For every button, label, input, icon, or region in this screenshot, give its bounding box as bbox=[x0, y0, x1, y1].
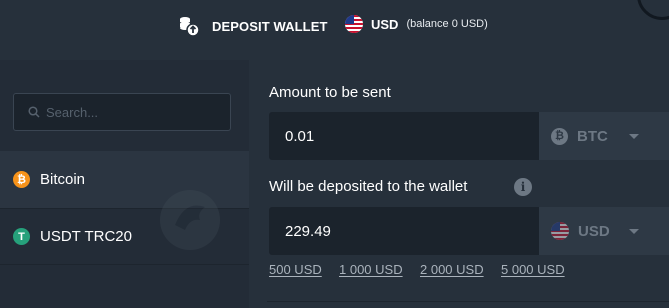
amount-currency-select[interactable]: ₿ BTC bbox=[539, 112, 669, 160]
deposit-label: Will be deposited to the wallet bbox=[269, 178, 468, 195]
top-bar: DEPOSIT WALLET USD (balance 0 USD) bbox=[0, 0, 669, 52]
amount-label: Amount to be sent bbox=[269, 84, 391, 101]
eagle-watermark-icon bbox=[160, 190, 220, 250]
search-box[interactable] bbox=[13, 93, 231, 131]
bitcoin-icon: ₿ bbox=[551, 127, 568, 145]
coins-upload-icon bbox=[180, 17, 200, 37]
chevron-down-icon bbox=[629, 134, 639, 139]
deposit-amount-input[interactable]: 229.49 bbox=[269, 207, 539, 255]
search-input[interactable] bbox=[46, 104, 226, 120]
currency-label: USD bbox=[371, 16, 399, 32]
amount-input[interactable]: 0.01 bbox=[269, 112, 539, 160]
balance-text: (balance 0 USD) bbox=[406, 18, 488, 30]
corner-decoration bbox=[637, 0, 669, 20]
sidebar-item-label: USDT TRC20 bbox=[40, 228, 132, 245]
quick-amount-1000[interactable]: 1 000 USD bbox=[339, 262, 403, 277]
quick-amount-500[interactable]: 500 USD bbox=[269, 262, 322, 277]
amount-currency-label: BTC bbox=[577, 127, 608, 145]
sidebar-item-label: Bitcoin bbox=[40, 171, 86, 188]
deposit-currency-label: USD bbox=[578, 222, 610, 240]
info-icon[interactable]: i bbox=[514, 178, 532, 196]
quick-amount-2000[interactable]: 2 000 USD bbox=[420, 262, 484, 277]
deposit-wallet-header[interactable]: DEPOSIT WALLET bbox=[178, 15, 328, 37]
currency-selector[interactable]: USD (balance 0 USD) bbox=[345, 15, 488, 33]
form-divider bbox=[267, 301, 669, 302]
payment-method-sidebar: ₿ Bitcoin T USDT TRC20 bbox=[0, 60, 249, 308]
chevron-down-icon bbox=[629, 229, 639, 234]
tether-icon: T bbox=[13, 228, 30, 245]
quick-amount-5000[interactable]: 5 000 USD bbox=[501, 262, 565, 277]
deposit-form: Amount to be sent 0.01 ₿ BTC Will be dep… bbox=[249, 60, 669, 308]
deposit-currency-select[interactable]: USD bbox=[539, 207, 669, 255]
bitcoin-icon: ₿ bbox=[13, 171, 30, 188]
deposit-wallet-label: DEPOSIT WALLET bbox=[212, 18, 328, 34]
search-icon bbox=[28, 106, 40, 118]
us-flag-icon bbox=[345, 15, 363, 33]
us-flag-icon bbox=[551, 222, 569, 240]
